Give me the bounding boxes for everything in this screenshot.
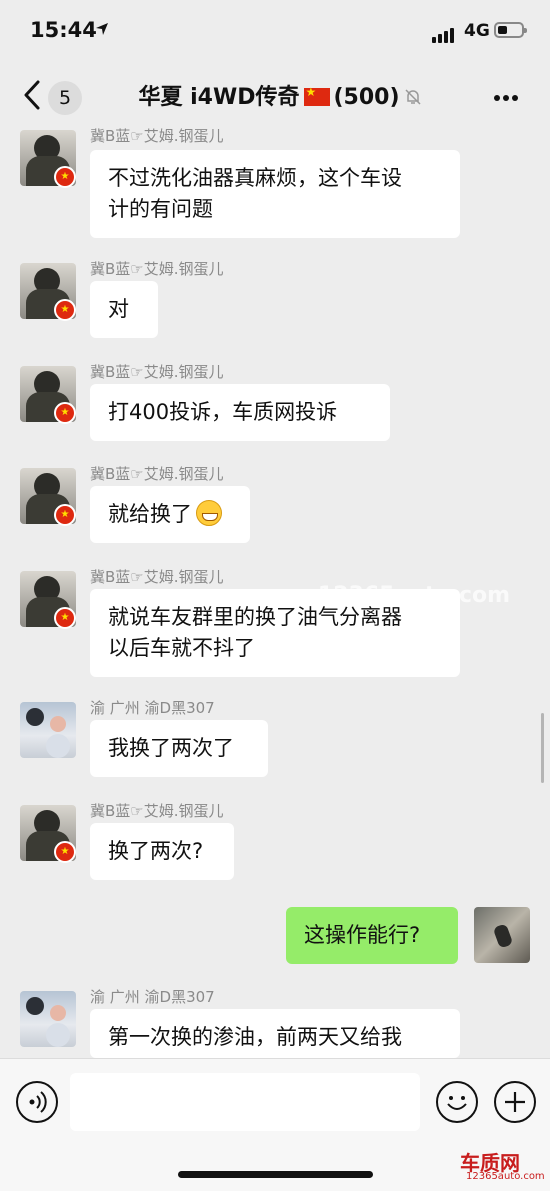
sender-name: 冀B蓝☞艾姆.钢蛋儿 [90,568,224,586]
avatar[interactable] [20,702,76,758]
voice-button[interactable] [16,1081,58,1123]
message-text: 打400投诉，车质网投诉 [108,400,338,424]
message-text: 这操作能行? [304,923,421,947]
message-text: 第一次换的渗油，前两天又给我 [108,1025,402,1049]
chat-title-name: 华夏 i4WD传奇 [138,85,300,110]
sender-name: 冀B蓝☞艾姆.钢蛋儿 [90,465,224,483]
voice-icon [29,1091,47,1113]
avatar[interactable] [474,907,530,963]
message-text: 以后车就不抖了 [108,636,255,660]
sender-name: 冀B蓝☞艾姆.钢蛋儿 [90,127,224,145]
flag-badge-icon: ★ [54,166,76,188]
brand-url: 12365auto.com [466,1171,545,1182]
network-label: 4G [464,21,490,41]
message-input[interactable] [70,1073,420,1131]
message-text: 对 [108,297,129,321]
watermark: www.12365auto.com [250,583,511,608]
flag-badge-icon: ★ [54,607,76,629]
message-bubble[interactable]: 第一次换的渗油，前两天又给我 [90,1009,460,1058]
message-bubble[interactable]: 就给换了 [90,486,250,543]
message-bubble[interactable]: 打400投诉，车质网投诉 [90,384,390,441]
china-flag-icon [303,85,330,106]
flag-badge-icon: ★ [54,504,76,526]
sender-name: 渝 广州 渝D黑307 [90,699,215,717]
sender-name: 冀B蓝☞艾姆.钢蛋儿 [90,260,224,278]
message-text: 不过洗化油器真麻烦，这个车设 [108,166,402,190]
status-time: 15:44 [30,18,97,42]
location-arrow-icon [96,23,108,35]
back-chevron-icon[interactable] [20,78,44,112]
unread-count-badge[interactable]: 5 [48,81,82,115]
message-text: 我换了两次了 [108,736,234,760]
message-text: 计的有问题 [108,197,213,221]
message-bubble[interactable]: 这操作能行? [286,907,458,964]
battery-level [498,26,507,34]
signal-icon [432,24,456,43]
message-bubble[interactable]: 换了两次? [90,823,234,880]
flag-badge-icon: ★ [54,299,76,321]
battery-icon [494,22,527,38]
sender-name: 冀B蓝☞艾姆.钢蛋儿 [90,363,224,381]
sender-name: 渝 广州 渝D黑307 [90,988,215,1006]
more-options-button[interactable] [494,86,521,105]
bell-mute-icon [405,89,421,105]
message-text: 就给换了 [108,502,192,526]
chat-header: 5 华夏 i4WD传奇 (500) [0,64,550,128]
chat-title: 华夏 i4WD传奇 (500) [120,79,440,111]
message-bubble[interactable]: 我换了两次了 [90,720,268,777]
status-bar: 15:44 4G [0,0,550,64]
avatar[interactable] [20,991,76,1047]
add-icon [505,1092,525,1112]
input-bar: 车质网 12365auto.com [0,1058,550,1191]
emoji-icon [447,1096,467,1110]
message-bubble[interactable]: 不过洗化油器真麻烦，这个车设 计的有问题 [90,150,460,238]
message-bubble[interactable]: 对 [90,281,158,338]
grin-emoji [196,500,222,526]
flag-badge-icon: ★ [54,841,76,863]
flag-badge-icon: ★ [54,402,76,424]
message-text: 换了两次? [108,839,204,863]
add-button[interactable] [494,1081,536,1123]
scrollbar[interactable] [541,713,544,783]
home-indicator [178,1171,373,1178]
sender-name: 冀B蓝☞艾姆.钢蛋儿 [90,802,224,820]
emoji-button[interactable] [436,1081,478,1123]
member-count: (500) [333,85,400,110]
